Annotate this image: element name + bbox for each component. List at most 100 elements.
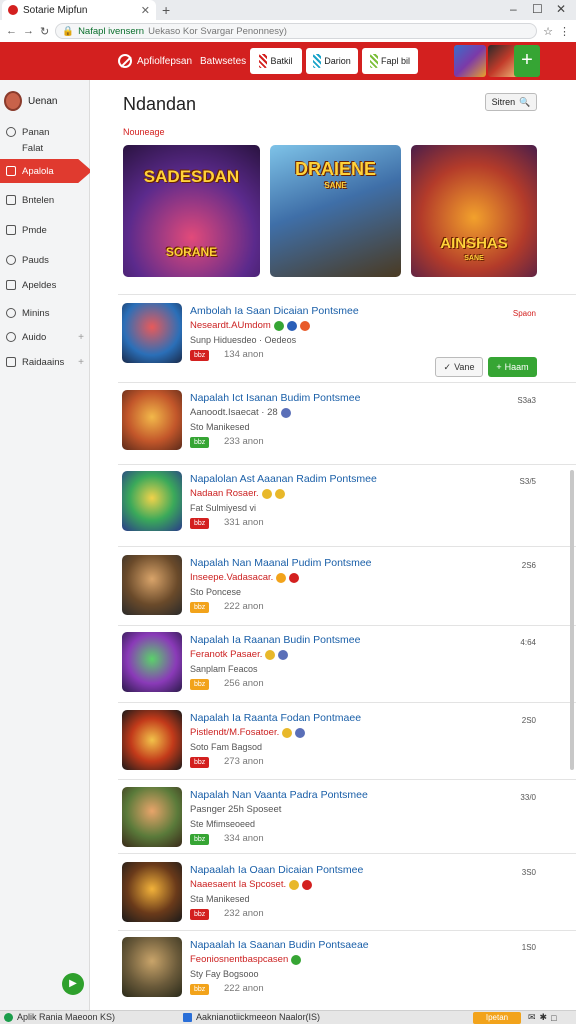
taskbar: Aplik Rania Maeoon KS) Aaknianotiickmeeo… [0, 1010, 576, 1024]
new-tab-button[interactable]: + [162, 2, 170, 18]
square-icon [6, 195, 16, 205]
game-count: 334 anon [224, 833, 264, 844]
plus-icon: + [496, 362, 502, 372]
nav-websites-label: Batwsetes [200, 55, 247, 67]
nav-websites[interactable]: Batwsetes [200, 42, 246, 80]
search-icon: 🔍 [519, 96, 531, 107]
game-title[interactable]: Napalolan Ast Aaanan Radim Pontsmee [190, 473, 377, 485]
game-row[interactable]: Ambolah Ia Saan Dicaian Pontsmee Neseard… [90, 303, 576, 381]
featured-banner[interactable]: SADESDAN SORANE [123, 145, 260, 277]
sidebar-profile[interactable]: Uenan [4, 91, 57, 111]
game-row[interactable]: Napalolan Ast Aaanan Radim Pontsmee Nada… [90, 471, 576, 549]
game-subtitle: Feranotk Pasaer. [190, 649, 289, 660]
sidebar-item-apalola[interactable]: Apalola [0, 159, 92, 183]
game-note: Sunp Hiduesdeo · Oedeos [190, 335, 297, 345]
scrollbar[interactable] [570, 470, 574, 770]
game-right-label: 33/0 [520, 793, 536, 802]
lock-icon: 🔒 [62, 25, 75, 37]
stripe-icon [259, 54, 268, 68]
top-nav: Apfiolfepsan Batwsetes Batkil Darion Fap… [0, 42, 576, 80]
reload-icon[interactable]: ↻ [40, 25, 49, 38]
close-window-button[interactable]: ✕ [556, 2, 566, 16]
game-thumbnail [122, 390, 182, 450]
taskbar-button[interactable]: Ipetan [473, 1012, 521, 1024]
game-row[interactable]: Napalah Ia Raanan Budin Pontsmee Feranot… [90, 632, 576, 710]
app-icon [4, 1012, 13, 1022]
circle-icon [6, 255, 16, 265]
pill-batkil[interactable]: Batkil [250, 48, 302, 74]
expand-icon[interactable]: + [78, 357, 84, 368]
sidebar: Uenan Panan Falat Apalola Bntelen Pmde P… [0, 80, 92, 1010]
game-title[interactable]: Napaalah Ia Saanan Budin Pontsaeae [190, 939, 369, 951]
expand-icon[interactable]: + [78, 332, 84, 343]
browser-tab[interactable]: Sotarie Mipfun ✕ [2, 0, 156, 20]
badge-icon [289, 572, 300, 583]
add-button[interactable]: + [514, 45, 540, 77]
game-row[interactable]: Napalah Ia Raanta Fodan Pontmaee Pistlen… [90, 710, 576, 788]
game-note: Sto Manikesed [190, 422, 250, 432]
forward-icon[interactable]: → [23, 25, 34, 37]
game-right-label: S3/5 [519, 477, 536, 486]
game-subtitle-text: Feranotk Pasaer. [190, 649, 263, 660]
game-row[interactable]: Napaalah Ia Oaan Dicaian Pontsmee Naaesa… [90, 862, 576, 940]
banner-title: DRAIENE [294, 159, 376, 179]
pill-fapl[interactable]: Fapl bil [362, 48, 418, 74]
bookmark-star-icon[interactable]: ☆ [543, 25, 553, 38]
tab-title: Sotarie Mipfun [23, 4, 88, 16]
game-count: 256 anon [224, 678, 264, 689]
sidebar-item-pmde[interactable]: Pmde [0, 218, 90, 242]
game-tag: bbz [190, 602, 210, 613]
back-icon[interactable]: ← [6, 25, 17, 37]
nav-apps[interactable]: Apfiolfepsan [118, 42, 192, 80]
divider [118, 546, 576, 547]
game-title[interactable]: Napalah Ict Isanan Budim Pontsmee [190, 392, 360, 404]
sidebar-item-falat[interactable]: Falat [0, 136, 90, 160]
menu-icon[interactable]: ⋮ [559, 25, 570, 38]
game-row[interactable]: Napaalah Ia Saanan Budin Pontsaeae Feoni… [90, 937, 576, 1015]
play-icon[interactable]: ▶ [62, 973, 84, 995]
address-url: Nafapl ivensern [78, 25, 145, 37]
banner-title: AINSHAS [440, 235, 508, 252]
featured-banner[interactable]: AINSHAS SANE [411, 145, 537, 277]
install-button[interactable]: + Haam [488, 357, 537, 377]
sidebar-item-raidaains[interactable]: Raidaains + [0, 350, 90, 374]
tray-icons[interactable]: ✉ ✱ □ [528, 1012, 557, 1023]
game-title[interactable]: Napalah Ia Raanta Fodan Pontmaee [190, 712, 361, 724]
taskbar-label: Aplik Rania Maeoon KS) [17, 1012, 116, 1022]
game-count: 233 anon [224, 436, 264, 447]
address-bar[interactable]: 🔒 Nafapl ivensern Uekaso Kor Svargar Pen… [55, 23, 538, 39]
maximize-button[interactable]: ☐ [532, 2, 543, 16]
taskbar-item-left[interactable]: Aplik Rania Maeoon KS) [4, 1012, 115, 1022]
minimize-button[interactable]: – [510, 2, 517, 16]
main-content: Ndandan Sitren 🔍 Nouneage SADESDAN SORAN… [90, 80, 576, 1010]
game-tag: bbz [190, 984, 210, 995]
game-avatar[interactable] [454, 45, 486, 77]
settings-icon: ✱ [539, 1012, 548, 1022]
sidebar-item-bntelen[interactable]: Bntelen [0, 188, 90, 212]
featured-banner[interactable]: DRAIENE SANE [270, 145, 401, 277]
search-button[interactable]: Sitren 🔍 [485, 93, 537, 111]
close-tab-icon[interactable]: ✕ [141, 4, 150, 17]
game-right-label: 1S0 [521, 943, 536, 952]
sidebar-item-apeldes[interactable]: Apeldes [0, 273, 90, 297]
pill-darion[interactable]: Darion [306, 48, 358, 74]
game-title[interactable]: Ambolah Ia Saan Dicaian Pontsmee [190, 305, 359, 317]
sidebar-item-auido[interactable]: Auido + [0, 325, 90, 349]
game-title[interactable]: Napalah Nan Vaanta Padra Pontsmee [190, 789, 368, 801]
game-row[interactable]: Napalah Ict Isanan Budim Pontsmee Aanood… [90, 390, 576, 468]
game-note: Soto Fam Bagsod [190, 742, 263, 752]
game-thumbnail [122, 303, 182, 363]
game-subtitle-text: Neseardt.AUmdom [190, 320, 271, 331]
game-subtitle-text: Pistlendt/M.Fosatoer. [190, 727, 280, 738]
game-row[interactable]: Napalah Nan Maanal Pudim Pontsmee Inseep… [90, 555, 576, 633]
game-title[interactable]: Napaalah Ia Oaan Dicaian Pontsmee [190, 864, 363, 876]
banner-title: SADESDAN [143, 167, 240, 186]
game-title[interactable]: Napalah Nan Maanal Pudim Pontsmee [190, 557, 372, 569]
sidebar-item-minins[interactable]: Minins [0, 301, 90, 325]
taskbar-item-middle[interactable]: Aaknianotiickmeeon Naalor(IS) [183, 1012, 320, 1022]
game-subtitle-text: Naaesaent Ia Spcoset. [190, 879, 287, 890]
view-button[interactable]: ✓ Vane [435, 357, 483, 377]
sidebar-item-label: Falat [22, 142, 44, 154]
game-title[interactable]: Napalah Ia Raanan Budin Pontsmee [190, 634, 360, 646]
sidebar-item-pauds[interactable]: Pauds [0, 248, 90, 272]
